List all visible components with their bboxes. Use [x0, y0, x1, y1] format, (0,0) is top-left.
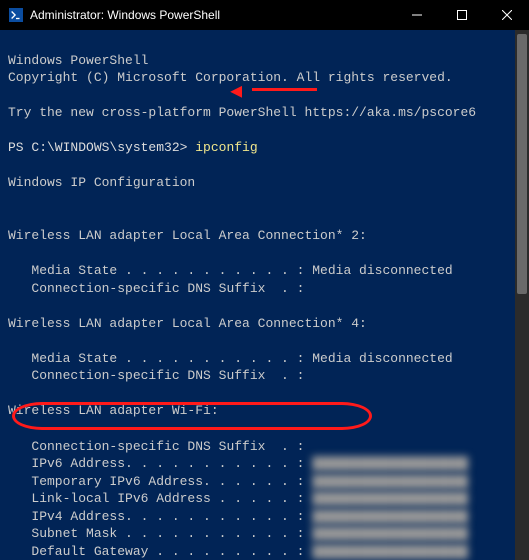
scrollbar-thumb[interactable]: [517, 34, 527, 294]
adapter-2-title: Wireless LAN adapter Wi-Fi:: [8, 403, 219, 418]
ps-header1: Windows PowerShell: [8, 53, 148, 68]
adapter-1-line-1: Connection-specific DNS Suffix . :: [8, 368, 304, 383]
powershell-window: Administrator: Windows PowerShell Window…: [0, 0, 529, 560]
gateway-value-blurred: ████████████████████: [312, 544, 468, 559]
ps-header2: Copyright (C) Microsoft Corporation. All…: [8, 70, 453, 85]
adapter-1-title: Wireless LAN adapter Local Area Connecti…: [8, 316, 367, 331]
ipv6-value-blurred: ████████████████████: [312, 456, 468, 471]
adapter-2-line-0: Connection-specific DNS Suffix . :: [8, 439, 304, 454]
close-button[interactable]: [484, 0, 529, 30]
scrollbar-track[interactable]: [515, 30, 529, 560]
window-title: Administrator: Windows PowerShell: [30, 8, 394, 22]
maximize-button[interactable]: [439, 0, 484, 30]
titlebar[interactable]: Administrator: Windows PowerShell: [0, 0, 529, 30]
typed-command: ipconfig: [195, 140, 257, 155]
adapter-2-line-2: Temporary IPv6 Address. . . . . . :: [8, 474, 312, 489]
prompt-1: PS C:\WINDOWS\system32>: [8, 140, 195, 155]
adapter-0-line-0: Media State . . . . . . . . . . . : Medi…: [8, 263, 453, 278]
adapter-2-line-1: IPv6 Address. . . . . . . . . . . :: [8, 456, 312, 471]
adapter-0-line-1: Connection-specific DNS Suffix . :: [8, 281, 304, 296]
minimize-button[interactable]: [394, 0, 439, 30]
adapter-1-line-0: Media State . . . . . . . . . . . : Medi…: [8, 351, 453, 366]
adapter-2-line-5: Subnet Mask . . . . . . . . . . . :: [8, 526, 312, 541]
window-controls: [394, 0, 529, 30]
linklocal-value-blurred: ████████████████████: [312, 491, 468, 506]
terminal-output[interactable]: Windows PowerShell Copyright (C) Microso…: [0, 30, 529, 560]
ps-tryline: Try the new cross-platform PowerShell ht…: [8, 105, 476, 120]
adapter-2-line-6: Default Gateway . . . . . . . . . :: [8, 544, 312, 559]
adapter-0-title: Wireless LAN adapter Local Area Connecti…: [8, 228, 367, 243]
subnet-value-blurred: ████████████████████: [312, 526, 468, 541]
temp-ipv6-value-blurred: ████████████████████: [312, 474, 468, 489]
powershell-icon: [8, 7, 24, 23]
ipv4-value-blurred: ████████████████████: [312, 509, 468, 524]
adapter-2-line-4: IPv4 Address. . . . . . . . . . . :: [8, 509, 312, 524]
ipconfig-title: Windows IP Configuration: [8, 175, 195, 190]
adapter-2-line-3: Link-local IPv6 Address . . . . . :: [8, 491, 312, 506]
